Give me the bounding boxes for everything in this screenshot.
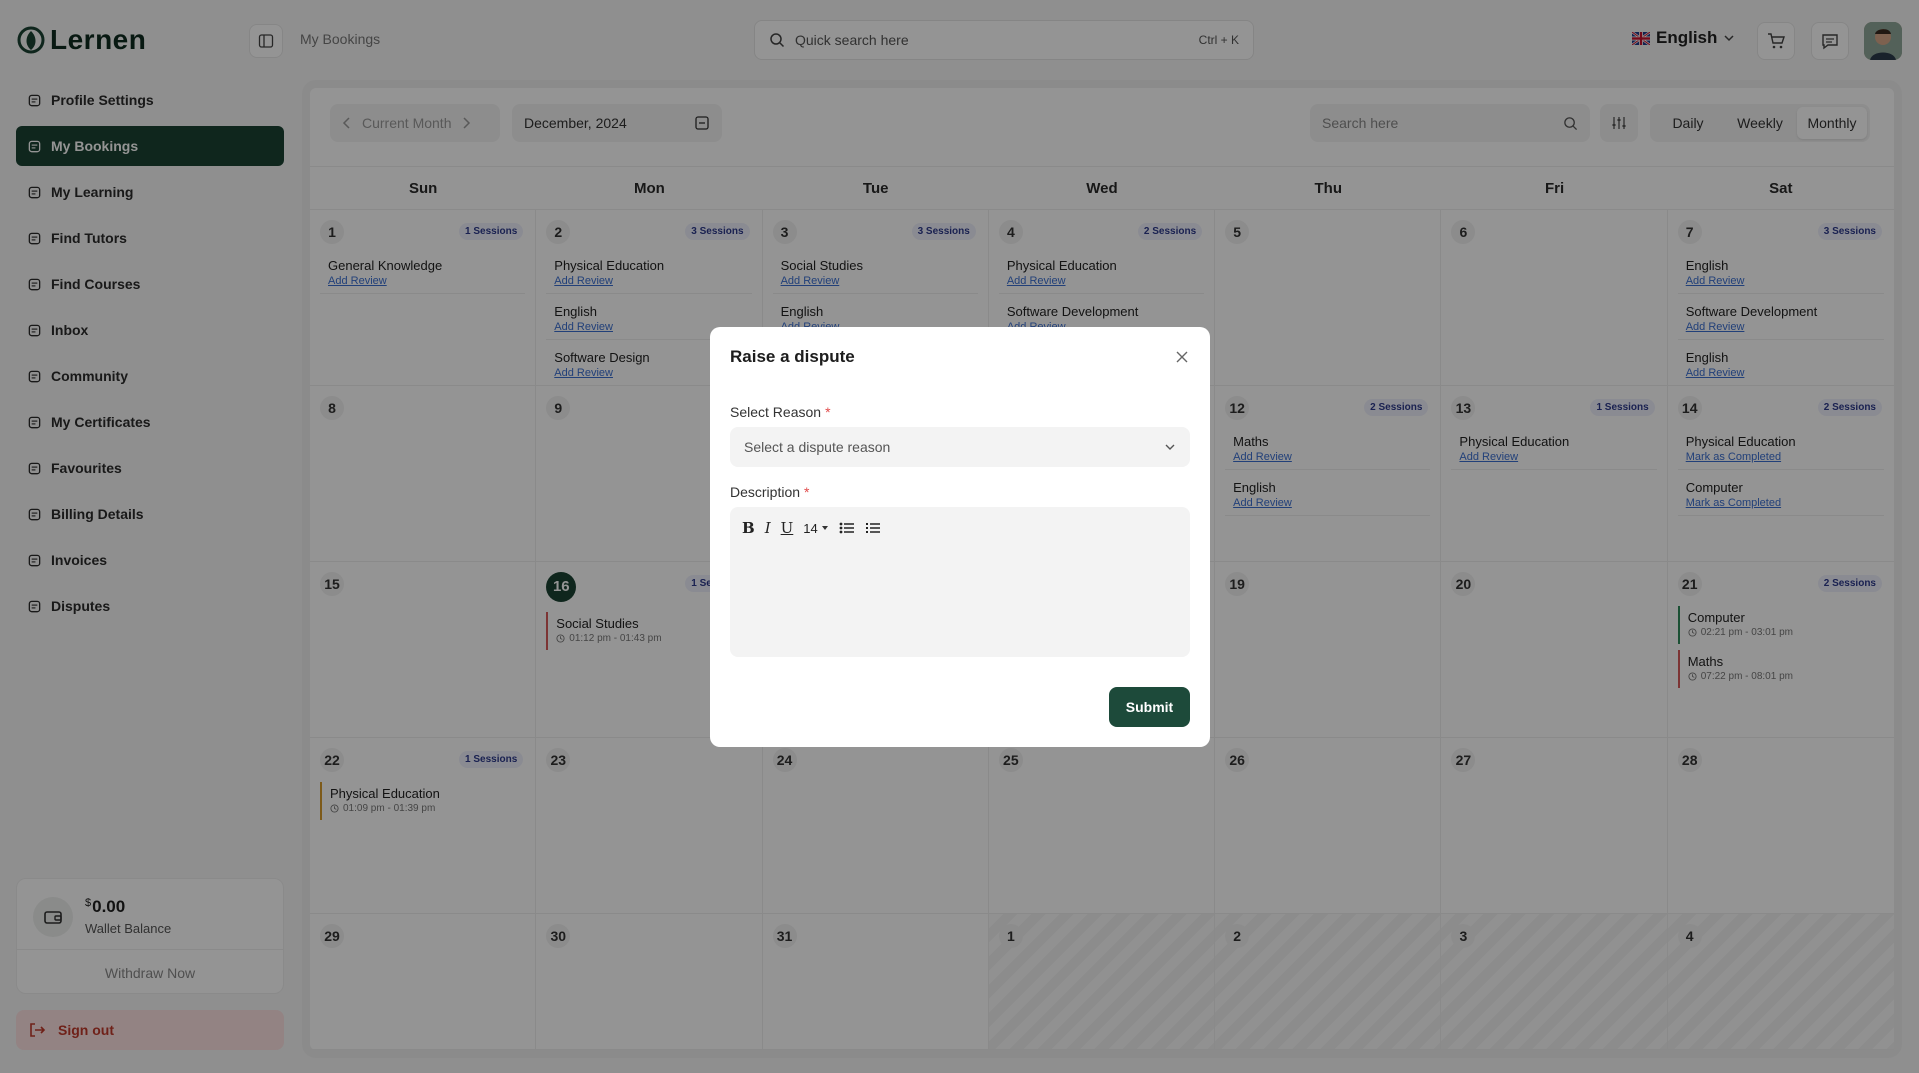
reason-label: Select Reason * (730, 404, 831, 420)
italic-icon[interactable]: I (765, 519, 771, 537)
font-size-select[interactable]: 14 (803, 521, 828, 536)
underline-icon[interactable]: U (781, 519, 794, 537)
select-placeholder: Select a dispute reason (744, 439, 891, 455)
dispute-reason-select[interactable]: Select a dispute reason (730, 427, 1190, 467)
submit-button[interactable]: Submit (1109, 687, 1190, 727)
editor-toolbar: B I U 14 (742, 519, 881, 537)
description-label: Description * (730, 484, 810, 500)
bullet-list-icon[interactable] (839, 521, 855, 535)
bold-icon[interactable]: B (742, 519, 755, 537)
numbered-list-icon[interactable] (865, 521, 881, 535)
close-icon (1176, 351, 1188, 363)
chevron-down-icon (1164, 441, 1176, 453)
description-editor[interactable]: B I U 14 (730, 507, 1190, 657)
close-button[interactable] (1172, 347, 1192, 367)
dispute-modal: Raise a dispute Select Reason * Select a … (710, 327, 1210, 747)
modal-title: Raise a dispute (730, 347, 855, 366)
